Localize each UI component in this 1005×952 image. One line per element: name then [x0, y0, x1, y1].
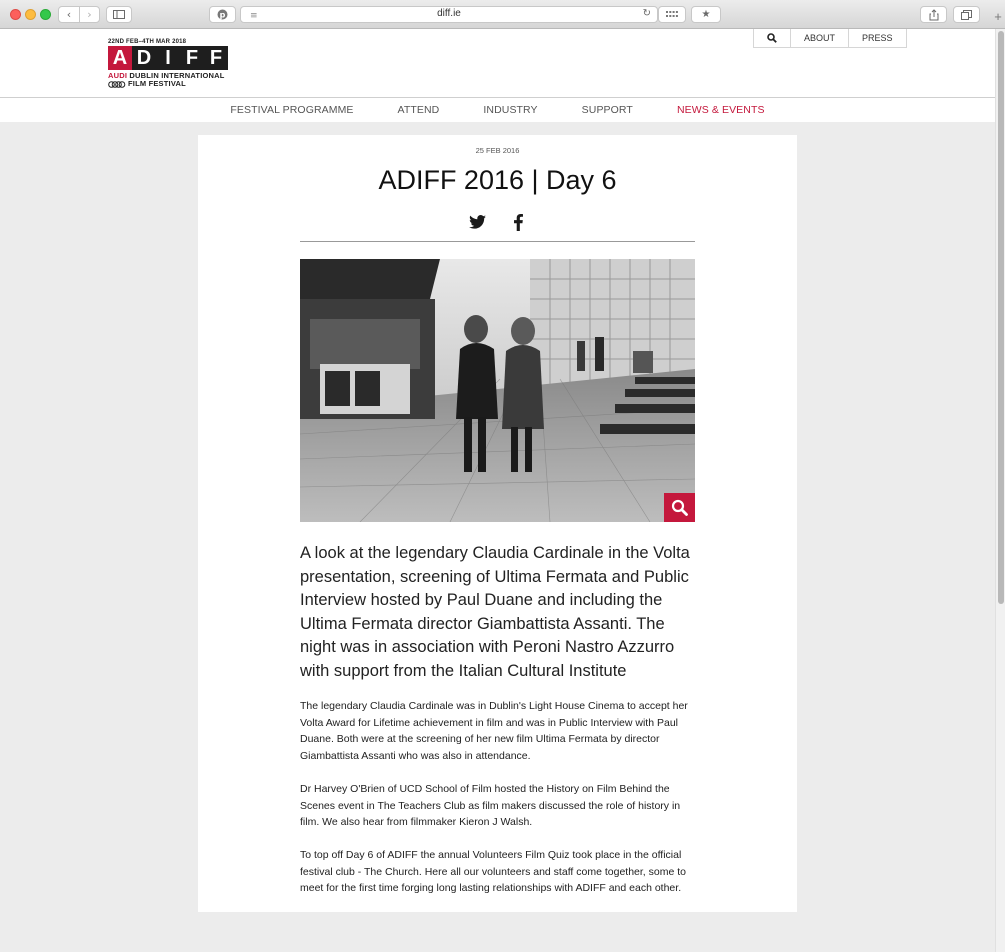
logo-letter: F — [180, 46, 204, 70]
star-icon[interactable]: ★ — [691, 6, 721, 23]
article-title: ADIFF 2016 | Day 6 — [378, 165, 617, 195]
title-divider — [300, 241, 695, 242]
nav-festival-programme[interactable]: FESTIVAL PROGRAMME — [230, 104, 353, 116]
svg-text:p: p — [220, 11, 226, 20]
twitter-icon[interactable] — [468, 213, 486, 231]
url-text: diff.ie — [437, 8, 461, 19]
logo-letter: I — [156, 46, 180, 70]
zoom-icon[interactable] — [664, 493, 695, 522]
article-paragraph: To top off Day 6 of ADIFF the annual Vol… — [300, 849, 686, 894]
street-photo — [300, 259, 695, 522]
zoom-window-button[interactable] — [40, 9, 51, 20]
grid-icon[interactable] — [658, 6, 686, 23]
logo-letter: A — [108, 46, 132, 70]
press-link[interactable]: PRESS — [848, 29, 906, 47]
logo-mark: A D I F F — [108, 46, 232, 70]
pinterest-icon[interactable]: p — [209, 6, 236, 23]
new-tab-button[interactable]: + — [991, 9, 1005, 27]
nav-industry[interactable]: INDUSTRY — [483, 104, 537, 116]
share-icon[interactable] — [920, 6, 947, 23]
chevron-left-icon[interactable]: ‹ — [59, 7, 79, 22]
main-nav: FESTIVAL PROGRAMME ATTEND INDUSTRY SUPPO… — [0, 97, 995, 122]
search-icon[interactable] — [754, 29, 790, 47]
sidebar-icon[interactable] — [106, 6, 132, 23]
logo-letter: F — [204, 46, 228, 70]
nav-news-events[interactable]: NEWS & EVENTS — [677, 104, 765, 116]
address-bar[interactable]: ≡ diff.ie ↻ — [240, 6, 658, 23]
logo-letter: D — [132, 46, 156, 70]
nav-support[interactable]: SUPPORT — [582, 104, 633, 116]
article-paragraph: The legendary Claudia Cardinale was in D… — [300, 700, 688, 762]
tabs-icon[interactable] — [953, 6, 980, 23]
minimize-window-button[interactable] — [25, 9, 36, 20]
page-scrollbar[interactable] — [995, 29, 1005, 952]
reload-icon[interactable]: ↻ — [643, 8, 651, 19]
logo-subtitle: AUDI DUBLIN INTERNATIONAL FILM FESTIVAL — [108, 72, 232, 88]
adiff-logo[interactable]: 22ND FEB–4TH MAR 2018 A D I F F AUDI DUB… — [108, 39, 232, 89]
article-paragraph: Dr Harvey O'Brien of UCD School of Film … — [300, 783, 681, 828]
about-link[interactable]: ABOUT — [790, 29, 848, 47]
scrollbar-thumb[interactable] — [998, 31, 1004, 604]
facebook-icon[interactable] — [509, 213, 527, 231]
chevron-right-icon[interactable]: › — [79, 7, 99, 22]
nav-attend[interactable]: ATTEND — [398, 104, 440, 116]
browser-toolbar: ‹ › p ≡ diff.ie ↻ ★ + — [0, 0, 1005, 29]
history-nav-group: ‹ › — [58, 6, 100, 23]
article-date: 25 FEB 2016 — [475, 146, 520, 155]
article-card: 25 FEB 2016 ADIFF 2016 | Day 6 A look at… — [198, 135, 797, 912]
utility-nav: ABOUT PRESS — [753, 29, 907, 48]
audi-rings-icon — [108, 80, 126, 88]
logo-dates: 22ND FEB–4TH MAR 2018 — [108, 39, 187, 45]
article-lead: A look at the legendary Claudia Cardinal… — [300, 544, 690, 680]
logo-audi: AUDI — [108, 71, 128, 80]
article-photo[interactable] — [300, 259, 695, 522]
site-header: 22ND FEB–4TH MAR 2018 A D I F F AUDI DUB… — [0, 29, 995, 122]
close-window-button[interactable] — [10, 9, 21, 20]
logo-line2: FILM FESTIVAL — [128, 79, 186, 88]
share-bar — [468, 213, 550, 231]
